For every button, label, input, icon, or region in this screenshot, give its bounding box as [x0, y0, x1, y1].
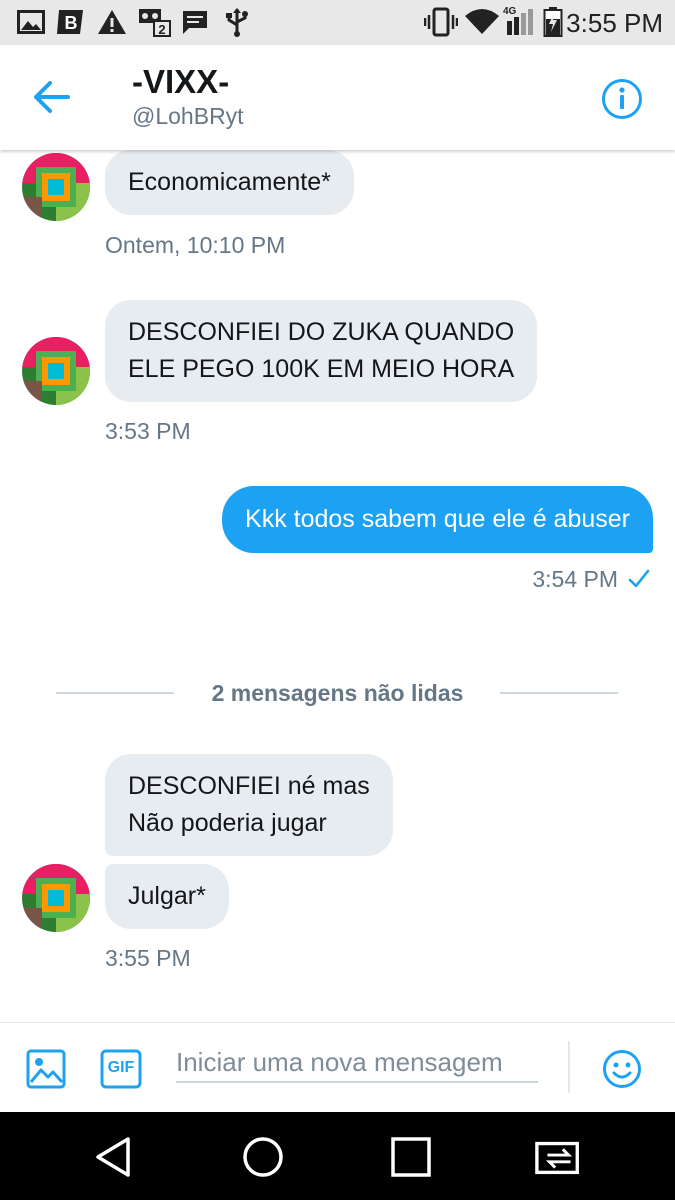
system-navigation-bar — [0, 1112, 675, 1200]
status-bar: B 2 4G 3:55 PM — [0, 0, 675, 45]
message-text-line: Não poderia jugar — [128, 809, 327, 837]
message-text-line: DESCONFIEI DO ZUKA QUANDO — [128, 318, 515, 346]
composer-divider — [568, 1041, 570, 1093]
voicemail-icon: 2 — [138, 8, 172, 37]
gif-button[interactable]: GIF — [100, 1049, 142, 1089]
image-icon[interactable] — [26, 1049, 66, 1089]
wifi-icon — [464, 8, 500, 36]
network-type-label: 4G — [503, 6, 517, 17]
svg-text:2: 2 — [158, 22, 165, 37]
info-icon[interactable] — [601, 78, 643, 120]
message-text-line: DESCONFIEI né mas — [128, 772, 370, 800]
message-icon — [180, 8, 210, 36]
message-bubble[interactable]: Economicamente* — [105, 150, 354, 215]
message-list[interactable]: Economicamente* Ontem, 10:10 PM DESCONFI… — [0, 150, 675, 1022]
usb-icon — [222, 8, 252, 37]
home-nav-icon[interactable] — [238, 1132, 288, 1182]
battery-icon — [542, 7, 564, 37]
sent-check-icon — [627, 568, 651, 590]
message-timestamp: 3:54 PM — [532, 566, 618, 592]
signal-icon: 4G — [503, 6, 537, 36]
message-composer: GIF — [0, 1022, 675, 1112]
unread-divider-label: 2 mensagens não lidas — [211, 680, 464, 706]
message-bubble[interactable]: Julgar* — [105, 864, 229, 929]
message-input[interactable] — [176, 1043, 538, 1083]
message-timestamp: Ontem, 10:10 PM — [105, 232, 286, 258]
message-text-line: ELE PEGO 100K EM MEIO HORA — [128, 355, 515, 383]
message-timestamp: 3:53 PM — [105, 418, 191, 444]
emoji-icon[interactable] — [602, 1049, 642, 1089]
contact-name: -VIXX- — [132, 63, 230, 100]
vibrate-icon — [424, 7, 458, 37]
dual-window-nav-icon[interactable] — [534, 1132, 584, 1182]
message-bubble[interactable]: DESCONFIEI DO ZUKA QUANDO ELE PEGO 100K … — [105, 300, 538, 402]
message-bubble[interactable]: DESCONFIEI né mas Não poderia jugar — [105, 754, 393, 856]
avatar[interactable] — [22, 153, 90, 221]
gallery-icon — [16, 8, 46, 36]
gif-label: GIF — [107, 1059, 135, 1076]
warning-icon — [96, 8, 128, 36]
message-text: Julgar* — [128, 882, 206, 910]
recents-nav-icon[interactable] — [386, 1132, 436, 1182]
avatar[interactable] — [22, 337, 90, 405]
avatar[interactable] — [22, 864, 90, 932]
message-timestamp: 3:55 PM — [105, 945, 191, 971]
contact-handle: @LohBRyt — [132, 103, 244, 129]
message-text: Economicamente* — [128, 168, 331, 196]
status-time: 3:55 PM — [566, 8, 663, 38]
svg-text:B: B — [65, 13, 78, 33]
sent-message-bubble[interactable]: Kkk todos sabem que ele é abuser — [222, 486, 653, 553]
back-arrow-icon[interactable] — [30, 77, 74, 117]
b-icon: B — [56, 8, 86, 36]
back-nav-icon[interactable] — [88, 1132, 138, 1182]
conversation-header: -VIXX- @LohBRyt — [0, 45, 675, 150]
message-text: Kkk todos sabem que ele é abuser — [245, 505, 630, 533]
